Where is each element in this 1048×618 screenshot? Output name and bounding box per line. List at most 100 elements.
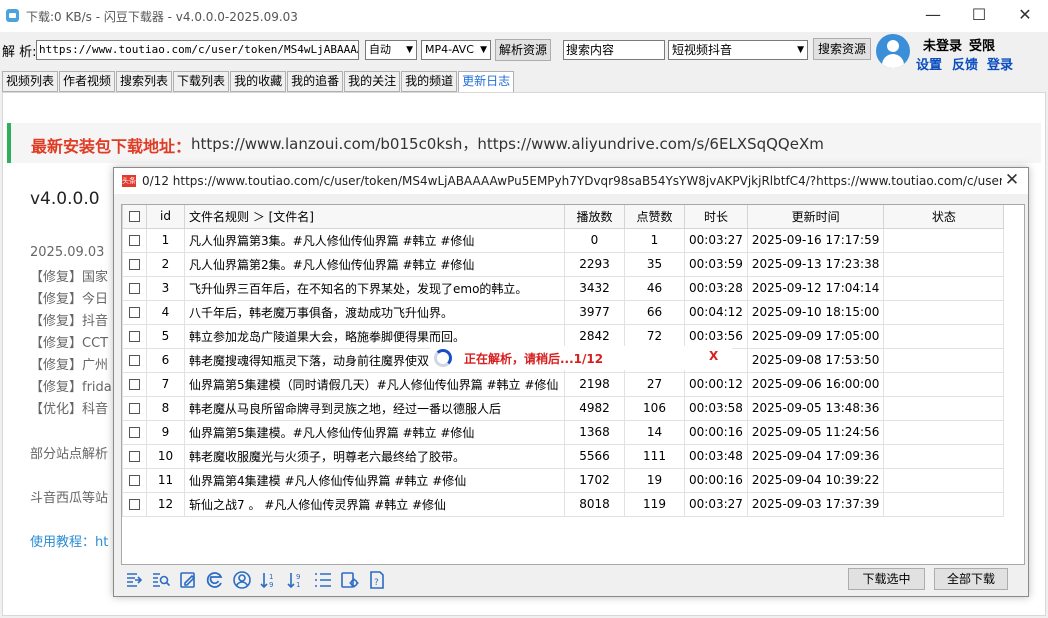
cell-name: 仙界篇第5集建模（同时请假几天）#凡人修仙传仙界篇 #韩立 #修仙 <box>184 371 565 397</box>
column-header-id[interactable]: id <box>146 205 185 229</box>
table-row[interactable]: 7 仙界篇第5集建模（同时请假几天）#凡人修仙传仙界篇 #韩立 #修仙 2198 27… <box>122 371 1005 397</box>
table-row[interactable]: 2 凡人仙界篇第2集。#凡人修仙传仙界篇 #韩立 #修仙 2293 35 00:03:5… <box>122 251 1005 277</box>
quality-select[interactable]: 自动 ▼ <box>365 40 417 60</box>
notice-label: 最新安装包下载地址： <box>31 137 192 156</box>
tutorial-link[interactable]: 使用教程：ht <box>30 531 108 550</box>
cell-plays: 5566 <box>564 443 625 469</box>
tab-video-list[interactable]: 视频列表 <box>2 71 59 92</box>
checkbox-icon <box>129 499 140 510</box>
row-checkbox[interactable] <box>122 323 147 349</box>
avatar[interactable] <box>876 34 910 68</box>
cell-updated: 2025-09-06 16:00:00 <box>746 371 885 397</box>
cell-duration: 00:00:12 <box>684 371 748 397</box>
download-selected-button[interactable]: 下载选中 <box>848 568 925 590</box>
row-checkbox[interactable] <box>122 443 147 469</box>
table-row[interactable]: 12 斩仙之战7 。 #凡人修仙传灵界篇 #韩立 #修仙 8018 119 00:03:… <box>122 491 1005 517</box>
row-checkbox[interactable] <box>122 395 147 421</box>
download-links[interactable]: https://www.lanzoui.com/b015c0ksh，https:… <box>191 133 824 154</box>
parse-resource-button[interactable]: 解析资源 <box>495 39 551 61</box>
column-header-likes[interactable]: 点赞数 <box>624 205 685 229</box>
column-header-status[interactable]: 状态 <box>883 205 1005 229</box>
select-all-checkbox[interactable] <box>122 205 147 229</box>
row-checkbox[interactable] <box>122 299 147 325</box>
row-checkbox[interactable] <box>122 251 147 277</box>
tab-download-list[interactable]: 下载列表 <box>173 71 230 92</box>
list-icon[interactable] <box>313 570 335 590</box>
search-input[interactable]: 搜索内容 <box>563 40 665 60</box>
row-checkbox[interactable] <box>122 347 147 373</box>
export-list-icon[interactable] <box>124 570 146 590</box>
download-all-button[interactable]: 全部下载 <box>934 568 1008 590</box>
cell-likes: 119 <box>624 491 685 517</box>
cell-plays: 2293 <box>564 251 625 277</box>
table-row[interactable]: 11 仙界篇第4集建模 #凡人修仙传仙界篇 #韩立 #修仙 1702 19 00:00:… <box>122 467 1005 493</box>
cell-id: 10 <box>146 443 185 469</box>
cell-id: 5 <box>146 323 185 349</box>
column-header-name[interactable]: 文件名规则 ＞ [文件名] <box>184 205 565 229</box>
table-row[interactable]: 3 飞升仙界三百年后，在不知名的下界某处，发现了emo的韩立。 3432 46 00:0… <box>122 275 1005 301</box>
changelog-line: 【修复】今日 <box>30 292 109 307</box>
format-select[interactable]: MP4-AVC ▼ <box>421 40 491 60</box>
cell-id: 6 <box>146 347 185 373</box>
column-header-plays[interactable]: 播放数 <box>564 205 625 229</box>
row-checkbox[interactable] <box>122 275 147 301</box>
table-row[interactable]: 4 八千年后，韩老魔万事俱备，渡劫成功飞升仙界。 3977 66 00:04:12 202… <box>122 299 1005 325</box>
url-input[interactable]: https://www.toutiao.com/c/user/token/MS4… <box>36 40 359 60</box>
help-icon[interactable]: ? <box>367 570 389 590</box>
table-row[interactable]: 9 仙界篇第5集建模。#凡人修仙传仙界篇 #韩立 #修仙 1368 14 00:00:1… <box>122 419 1005 445</box>
cell-duration: 00:03:58 <box>684 395 748 421</box>
row-checkbox[interactable] <box>122 467 147 493</box>
row-checkbox[interactable] <box>122 419 147 445</box>
dialog-title: 0/12 https://www.toutiao.com/c/user/toke… <box>142 174 1002 188</box>
loading-overlay: 正在解析，请稍后...1/12 X <box>430 346 732 370</box>
dialog-title-bar: 头条 0/12 https://www.toutiao.com/c/user/t… <box>114 168 1028 194</box>
toutiao-logo-icon: 头条 <box>122 175 136 187</box>
tab-my-channels[interactable]: 我的频道 <box>401 71 458 92</box>
parse-label: 解 析: <box>2 45 37 60</box>
minimize-button[interactable]: — <box>910 0 956 32</box>
column-header-duration[interactable]: 时长 <box>684 205 748 229</box>
close-window-button[interactable]: ✕ <box>1002 0 1048 32</box>
cancel-parse-button[interactable]: X <box>709 349 718 363</box>
cell-id: 3 <box>146 275 185 301</box>
app-logo-icon <box>6 9 19 22</box>
tab-changelog[interactable]: 更新日志 <box>458 71 515 93</box>
settings-icon[interactable] <box>340 570 362 590</box>
table-row[interactable]: 1 凡人仙界篇第3集。#凡人修仙传仙界篇 #韩立 #修仙 0 1 00:03:27 202… <box>122 227 1005 253</box>
maximize-button[interactable]: ☐ <box>956 0 1002 32</box>
settings-link[interactable]: 设置 <box>916 54 942 73</box>
changelog-line: 【优化】科音 <box>30 402 109 417</box>
user-icon[interactable] <box>232 570 254 590</box>
edit-icon[interactable] <box>178 570 200 590</box>
dialog-close-button[interactable]: ✕ <box>1000 170 1024 192</box>
column-header-updated[interactable]: 更新时间 <box>746 205 885 229</box>
browser-icon[interactable] <box>205 570 227 590</box>
feedback-link[interactable]: 反馈 <box>952 54 978 73</box>
row-checkbox[interactable] <box>122 227 147 253</box>
table-row[interactable]: 5 韩立参加龙岛广陵道果大会，略施拳脚便得果而回。 2842 72 00:03:56 20… <box>122 323 1005 349</box>
tab-author-videos[interactable]: 作者视频 <box>59 71 116 92</box>
tab-my-series[interactable]: 我的追番 <box>287 71 344 92</box>
checkbox-icon <box>129 451 140 462</box>
platform-select[interactable]: 短视频抖音 ▼ <box>668 40 808 60</box>
cell-name: 斩仙之战7 。 #凡人修仙传灵界篇 #韩立 #修仙 <box>184 491 565 517</box>
row-checkbox[interactable] <box>122 491 147 517</box>
login-link[interactable]: 登录 <box>987 54 1013 73</box>
changelog-line: 【修复】抖音 <box>30 314 109 329</box>
tab-search-list[interactable]: 搜索列表 <box>116 71 173 92</box>
sort-asc-icon[interactable]: 19 <box>259 570 281 590</box>
tab-my-favorites[interactable]: 我的收藏 <box>230 71 287 92</box>
cell-name: 韩老魔收服魔光与火须子，明尊老六最终给了胶带。 <box>184 443 565 469</box>
svg-text:9: 9 <box>296 573 300 581</box>
row-checkbox[interactable] <box>122 371 147 397</box>
tab-my-following[interactable]: 我的关注 <box>344 71 401 92</box>
table-row[interactable]: 8 韩老魔从马良所留命牌寻到灵族之地，经过一番以德服人后 4982 106 00:03:… <box>122 395 1005 421</box>
table-row[interactable]: 10 韩老魔收服魔光与火须子，明尊老六最终给了胶带。 5566 111 00:03:48… <box>122 443 1005 469</box>
search-list-icon[interactable] <box>151 570 173 590</box>
cell-likes: 106 <box>624 395 685 421</box>
site-note: 斗音西瓜等站 <box>30 491 109 506</box>
sort-desc-icon[interactable]: 91 <box>286 570 308 590</box>
search-resource-button[interactable]: 搜索资源 <box>813 38 871 60</box>
cell-id: 1 <box>146 227 185 253</box>
cell-id: 11 <box>146 467 185 493</box>
